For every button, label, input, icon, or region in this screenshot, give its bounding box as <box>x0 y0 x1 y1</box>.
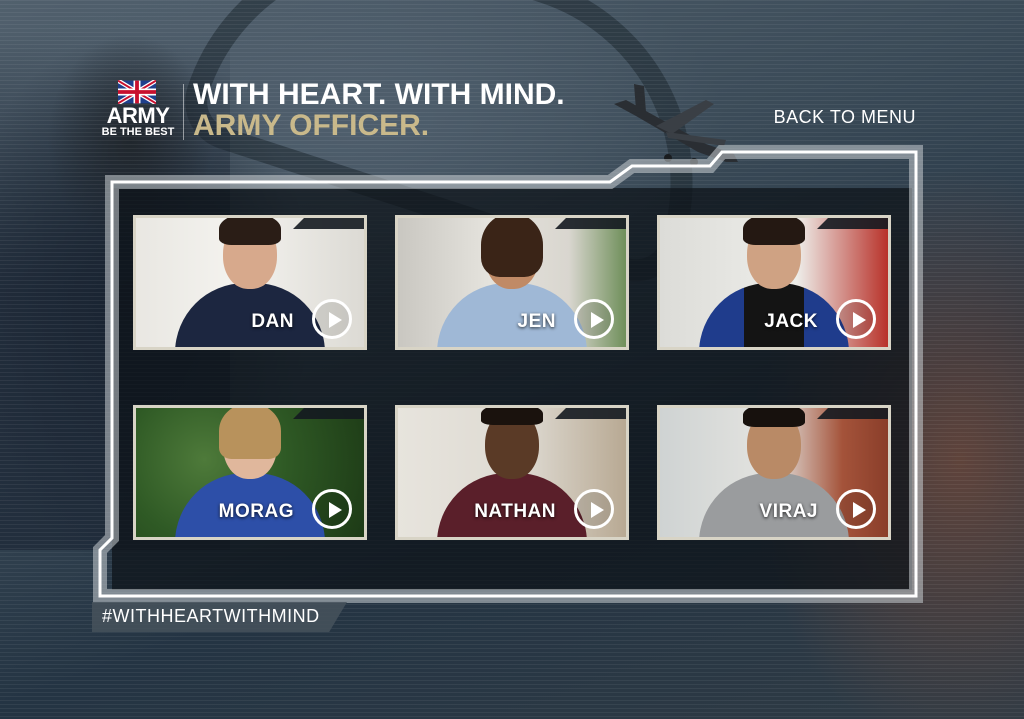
person-image <box>175 218 325 347</box>
play-icon[interactable] <box>574 299 614 339</box>
headline-primary: WITH HEART. WITH MIND. <box>193 78 565 111</box>
play-icon[interactable] <box>836 489 876 529</box>
logo-army-text: ARMY <box>106 103 170 128</box>
army-logo: ARMY BE THE BEST <box>100 80 176 138</box>
play-icon[interactable] <box>836 299 876 339</box>
back-to-menu-link[interactable]: BACK TO MENU <box>774 107 916 128</box>
headline-secondary: ARMY OFFICER. <box>193 109 430 142</box>
video-tile-nathan[interactable]: NATHAN <box>395 405 629 540</box>
union-flag-icon <box>118 80 156 104</box>
video-tile-jen[interactable]: JEN <box>395 215 629 350</box>
tile-name-label: DAN <box>251 311 294 332</box>
video-tile-jack[interactable]: JACK <box>657 215 891 350</box>
video-tile-viraj[interactable]: VIRAJ <box>657 405 891 540</box>
tile-name-label: VIRAJ <box>759 501 818 522</box>
header-divider <box>183 84 184 140</box>
hashtag-text: #WITHHEARTWITHMIND <box>102 606 320 626</box>
tile-name-label: MORAG <box>218 501 294 522</box>
video-tile-morag[interactable]: MORAG <box>133 405 367 540</box>
video-tile-dan[interactable]: DAN <box>133 215 367 350</box>
logo-tagline: BE THE BEST <box>101 126 175 138</box>
tile-name-label: JACK <box>764 311 818 332</box>
person-image <box>437 218 587 347</box>
play-icon[interactable] <box>312 299 352 339</box>
play-icon[interactable] <box>574 489 614 529</box>
aircraft-icon <box>614 84 738 166</box>
tile-name-label: NATHAN <box>474 501 556 522</box>
tile-name-label: JEN <box>517 311 556 332</box>
play-icon[interactable] <box>312 489 352 529</box>
